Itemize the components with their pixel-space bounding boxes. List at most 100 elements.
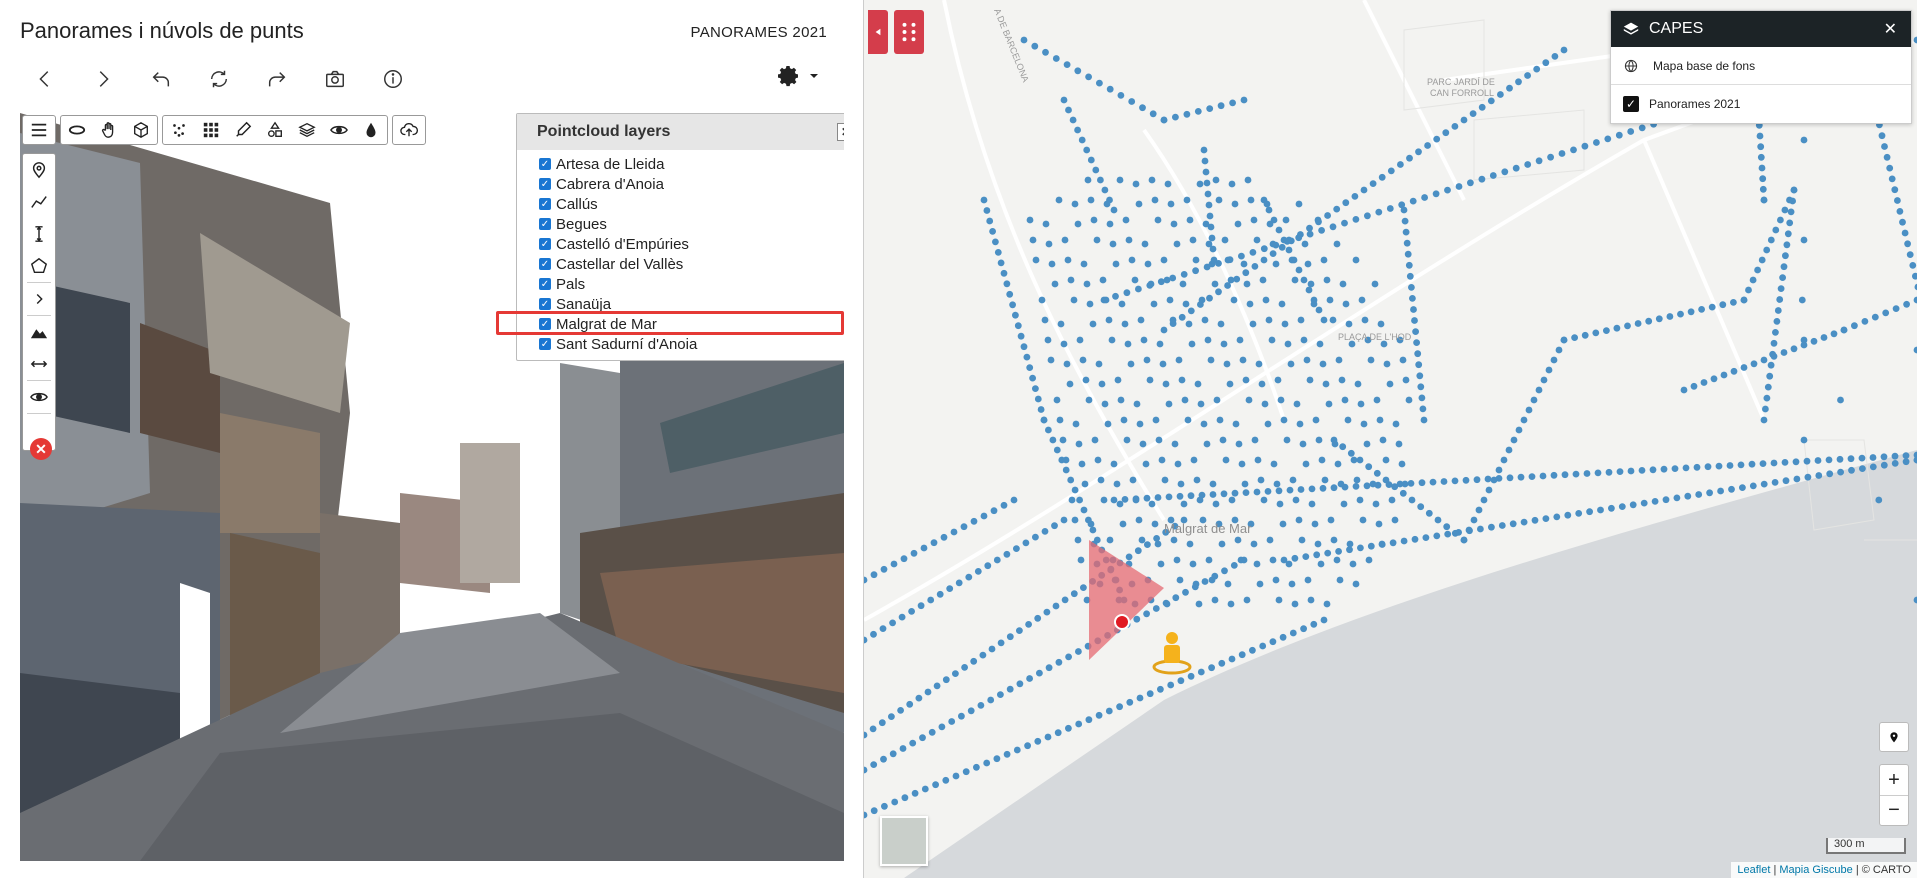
refresh-button[interactable]	[204, 64, 234, 94]
panorama-point[interactable]	[1783, 241, 1791, 249]
panorama-point[interactable]	[1057, 320, 1065, 328]
panorama-point[interactable]	[1061, 236, 1069, 244]
panorama-point[interactable]	[1399, 489, 1407, 497]
panorama-point[interactable]	[1425, 509, 1433, 517]
zoom-out-button[interactable]: −	[1880, 795, 1908, 825]
panorama-point[interactable]	[1837, 396, 1844, 404]
panorama-point[interactable]	[1017, 332, 1025, 340]
panorama-point[interactable]	[1704, 463, 1712, 471]
panorama-point[interactable]	[1363, 440, 1371, 448]
panorama-point[interactable]	[1170, 536, 1178, 544]
panorama-point[interactable]	[1201, 316, 1209, 324]
panorama-point[interactable]	[1188, 340, 1196, 348]
panorama-point[interactable]	[1127, 360, 1135, 368]
panorama-point[interactable]	[1273, 480, 1281, 488]
panorama-point[interactable]	[1739, 484, 1746, 491]
panorama-point[interactable]	[1726, 462, 1734, 469]
panorama-point[interactable]	[1730, 367, 1738, 375]
panorama-point[interactable]	[1110, 206, 1118, 214]
panorama-point[interactable]	[1275, 487, 1283, 495]
panorama-point[interactable]	[1125, 553, 1133, 561]
panorama-point[interactable]	[1329, 223, 1337, 231]
panorama-point[interactable]	[1079, 356, 1087, 364]
panorama-point[interactable]	[997, 259, 1005, 267]
panorama-point[interactable]	[1221, 236, 1229, 244]
panorama-point[interactable]	[1177, 480, 1185, 488]
panorama-point[interactable]	[1141, 240, 1149, 248]
panorama-point[interactable]	[1510, 436, 1518, 444]
panorama-point[interactable]	[1517, 473, 1525, 481]
close-layers-panel-button[interactable]: ✕	[1884, 19, 1897, 39]
collapse-panel-button[interactable]	[868, 10, 888, 54]
panorama-point[interactable]	[1181, 396, 1189, 404]
panorama-point[interactable]	[1763, 394, 1771, 402]
panorama-point[interactable]	[1442, 129, 1450, 137]
panorama-point[interactable]	[1121, 496, 1129, 503]
panorama-point[interactable]	[1099, 276, 1107, 284]
panorama-point[interactable]	[1333, 556, 1341, 564]
panorama-point[interactable]	[1086, 300, 1094, 308]
panorama-point[interactable]	[1247, 196, 1255, 204]
panorama-point[interactable]	[1352, 256, 1360, 264]
panorama-point[interactable]	[906, 700, 914, 708]
panorama-point[interactable]	[1369, 480, 1377, 488]
panorama-point[interactable]	[1443, 523, 1451, 531]
panorama-point[interactable]	[1071, 516, 1079, 524]
panorama-point[interactable]	[1131, 276, 1139, 284]
panorama-point[interactable]	[1760, 196, 1768, 204]
panorama-point[interactable]	[1772, 226, 1780, 234]
panorama-point[interactable]	[1550, 356, 1558, 364]
panorama-point[interactable]	[983, 207, 991, 214]
panorama-point[interactable]	[1087, 520, 1095, 528]
panorama-point[interactable]	[1020, 343, 1028, 351]
panorama-point[interactable]	[1698, 306, 1705, 313]
panorama-point[interactable]	[1771, 479, 1779, 486]
panorama-point[interactable]	[960, 523, 968, 531]
panorama-point[interactable]	[1372, 500, 1380, 508]
panorama-point[interactable]	[1203, 440, 1211, 448]
panorama-point[interactable]	[1043, 608, 1051, 616]
panorama-point[interactable]	[1317, 560, 1325, 568]
panorama-point[interactable]	[1730, 299, 1737, 306]
panorama-point[interactable]	[889, 750, 897, 758]
panorama-point[interactable]	[1193, 476, 1201, 484]
panorama-point[interactable]	[1369, 180, 1377, 188]
panorama-point[interactable]	[1402, 376, 1410, 384]
panorama-point[interactable]	[1814, 457, 1822, 464]
panorama-point[interactable]	[1224, 256, 1232, 264]
panorama-point[interactable]	[1242, 489, 1250, 496]
panorama-point[interactable]	[1815, 472, 1823, 479]
add-marker-button[interactable]	[1879, 722, 1909, 752]
layer-checkbox[interactable]: ✓	[539, 338, 551, 350]
panorama-point[interactable]	[1391, 483, 1399, 491]
panorama-point[interactable]	[940, 533, 948, 541]
panorama-point[interactable]	[1029, 374, 1036, 382]
panorama-point[interactable]	[1003, 280, 1011, 288]
panorama-point[interactable]	[1378, 540, 1386, 548]
panorama-point[interactable]	[1515, 78, 1522, 86]
panorama-point[interactable]	[1182, 300, 1190, 308]
panorama-point[interactable]	[1105, 707, 1113, 715]
panorama-point[interactable]	[1780, 349, 1788, 356]
panorama-point[interactable]	[1861, 318, 1869, 325]
panorama-point[interactable]	[1220, 490, 1228, 498]
panorama-point[interactable]	[1555, 346, 1563, 354]
panorama-point[interactable]	[1352, 580, 1360, 588]
panorama-point[interactable]	[1135, 285, 1142, 293]
panorama-point[interactable]	[1892, 305, 1900, 312]
panorama-point[interactable]	[1310, 300, 1318, 308]
panorama-point[interactable]	[1715, 462, 1723, 470]
panorama-point[interactable]	[1655, 315, 1663, 323]
panorama-point[interactable]	[1272, 260, 1280, 268]
panorama-point[interactable]	[1608, 504, 1615, 512]
panorama-point[interactable]	[1163, 600, 1171, 608]
panorama-point[interactable]	[1405, 396, 1413, 404]
panorama-point[interactable]	[1136, 694, 1144, 702]
panorama-point[interactable]	[1326, 296, 1334, 304]
panorama-point[interactable]	[1060, 96, 1068, 104]
panorama-point[interactable]	[1264, 488, 1272, 495]
panorama-point[interactable]	[1311, 520, 1319, 528]
panorama-point[interactable]	[891, 798, 899, 806]
panorama-point[interactable]	[1400, 206, 1408, 214]
panorama-point[interactable]	[1244, 176, 1252, 184]
